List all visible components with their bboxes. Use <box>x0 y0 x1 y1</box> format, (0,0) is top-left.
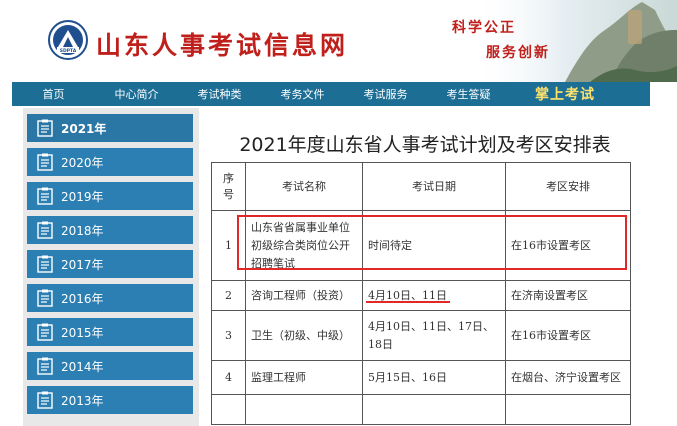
sidebar-item-label: 2020年 <box>61 155 104 170</box>
cell-exam-date <box>362 394 506 425</box>
cell-exam-name: 卫生（初级、中级） <box>245 310 363 361</box>
document-icon <box>37 221 53 239</box>
sidebar-item-label: 2018年 <box>61 223 104 238</box>
cell-exam-name: 咨询工程师（投资） <box>245 280 363 311</box>
sidebar-item-label: 2014年 <box>61 359 104 374</box>
nav-exam-documents[interactable]: 考务文件 <box>261 86 344 102</box>
sidebar-item-2020[interactable]: 2020年 <box>27 148 193 176</box>
sidebar-item-label: 2017年 <box>61 257 104 272</box>
slogan-line-1: 科学公正 <box>452 20 516 36</box>
sdpta-logo-icon[interactable]: SDPTA <box>48 20 88 60</box>
site-title[interactable]: 山东人事考试信息网 <box>96 26 348 62</box>
document-icon <box>37 153 53 171</box>
cell-exam-name: 山东省省属事业单位初级综合类岗位公开招聘笔试 <box>245 210 363 281</box>
sidebar-item-label: 2016年 <box>61 291 104 306</box>
sidebar-item-2021[interactable]: 2021年 <box>27 114 193 142</box>
sidebar-item-label: 2021年 <box>61 121 107 136</box>
document-icon <box>37 323 53 341</box>
sidebar-item-label: 2019年 <box>61 189 104 204</box>
page-title: 2021年度山东省人事考试计划及考区安排表 <box>239 134 611 156</box>
table-row <box>211 394 631 425</box>
mountain-banner-art <box>470 0 677 82</box>
table-row: 1 山东省省属事业单位初级综合类岗位公开招聘笔试 时间待定 在16市设置考区 <box>211 210 631 281</box>
cell-exam-date: 4月10日、11日 <box>362 280 506 311</box>
nav-home[interactable]: 首页 <box>12 86 95 102</box>
site-header: SDPTA 山东人事考试信息网 科学公正 服务创新 <box>0 0 677 82</box>
nav-mobile-exam[interactable]: 掌上考试 <box>510 84 620 104</box>
logo-text: SDPTA <box>60 48 77 54</box>
cell-exam-area: 在16市设置考区 <box>505 310 631 361</box>
nav-candidate-faq[interactable]: 考生答疑 <box>427 86 510 102</box>
column-header-exam-name: 考试名称 <box>245 162 363 211</box>
document-icon <box>37 119 53 137</box>
table-row: 3 卫生（初级、中级） 4月10日、11日、17日、18日 在16市设置考区 <box>211 310 631 361</box>
nav-exam-types[interactable]: 考试种类 <box>178 86 261 102</box>
column-header-no: 序号 <box>211 162 246 211</box>
cell-exam-area: 在济南设置考区 <box>505 280 631 311</box>
slogan-line-2: 服务创新 <box>486 45 550 61</box>
table-row: 2 咨询工程师（投资） 4月10日、11日 在济南设置考区 <box>211 280 631 311</box>
exam-schedule-table: 序号 考试名称 考试日期 考区安排 1 山东省省属事业单位初级综合类岗位公开招聘… <box>211 162 631 425</box>
cell-exam-date: 5月15日、16日 <box>362 360 506 395</box>
column-header-exam-area: 考区安排 <box>505 162 631 211</box>
sidebar-item-2017[interactable]: 2017年 <box>27 250 193 278</box>
cell-exam-date: 4月10日、11日、17日、18日 <box>362 310 506 361</box>
cell-exam-area <box>505 394 631 425</box>
sidebar-item-2014[interactable]: 2014年 <box>27 352 193 380</box>
nav-exam-services[interactable]: 考试服务 <box>344 86 427 102</box>
cell-no: 4 <box>211 360 246 395</box>
cell-no <box>211 394 246 425</box>
document-icon <box>37 357 53 375</box>
cell-exam-name <box>245 394 363 425</box>
sidebar-item-label: 2013年 <box>61 393 104 408</box>
table-row: 4 监理工程师 5月15日、16日 在烟台、济宁设置考区 <box>211 360 631 395</box>
sidebar-item-2018[interactable]: 2018年 <box>27 216 193 244</box>
sidebar-item-label: 2015年 <box>61 325 104 340</box>
cell-no: 1 <box>211 210 246 281</box>
table-header-row: 序号 考试名称 考试日期 考区安排 <box>211 162 631 211</box>
document-icon <box>37 391 53 409</box>
cell-no: 2 <box>211 280 246 311</box>
column-header-exam-date: 考试日期 <box>362 162 506 211</box>
sidebar-item-2019[interactable]: 2019年 <box>27 182 193 210</box>
nav-center-intro[interactable]: 中心简介 <box>95 86 178 102</box>
cell-exam-area: 在烟台、济宁设置考区 <box>505 360 631 395</box>
sidebar-item-2016[interactable]: 2016年 <box>27 284 193 312</box>
sidebar-item-2015[interactable]: 2015年 <box>27 318 193 346</box>
main-nav: 首页 中心简介 考试种类 考务文件 考试服务 考生答疑 掌上考试 <box>12 82 650 106</box>
year-sidebar: 2021年 2020年 2019年 2018年 2017年 2016年 2015… <box>23 108 199 426</box>
sidebar-item-2013[interactable]: 2013年 <box>27 386 193 414</box>
cell-no: 3 <box>211 310 246 361</box>
document-icon <box>37 255 53 273</box>
cell-exam-area: 在16市设置考区 <box>505 210 631 281</box>
document-icon <box>37 289 53 307</box>
cell-exam-date: 时间待定 <box>362 210 506 281</box>
document-icon <box>37 187 53 205</box>
cell-exam-name: 监理工程师 <box>245 360 363 395</box>
